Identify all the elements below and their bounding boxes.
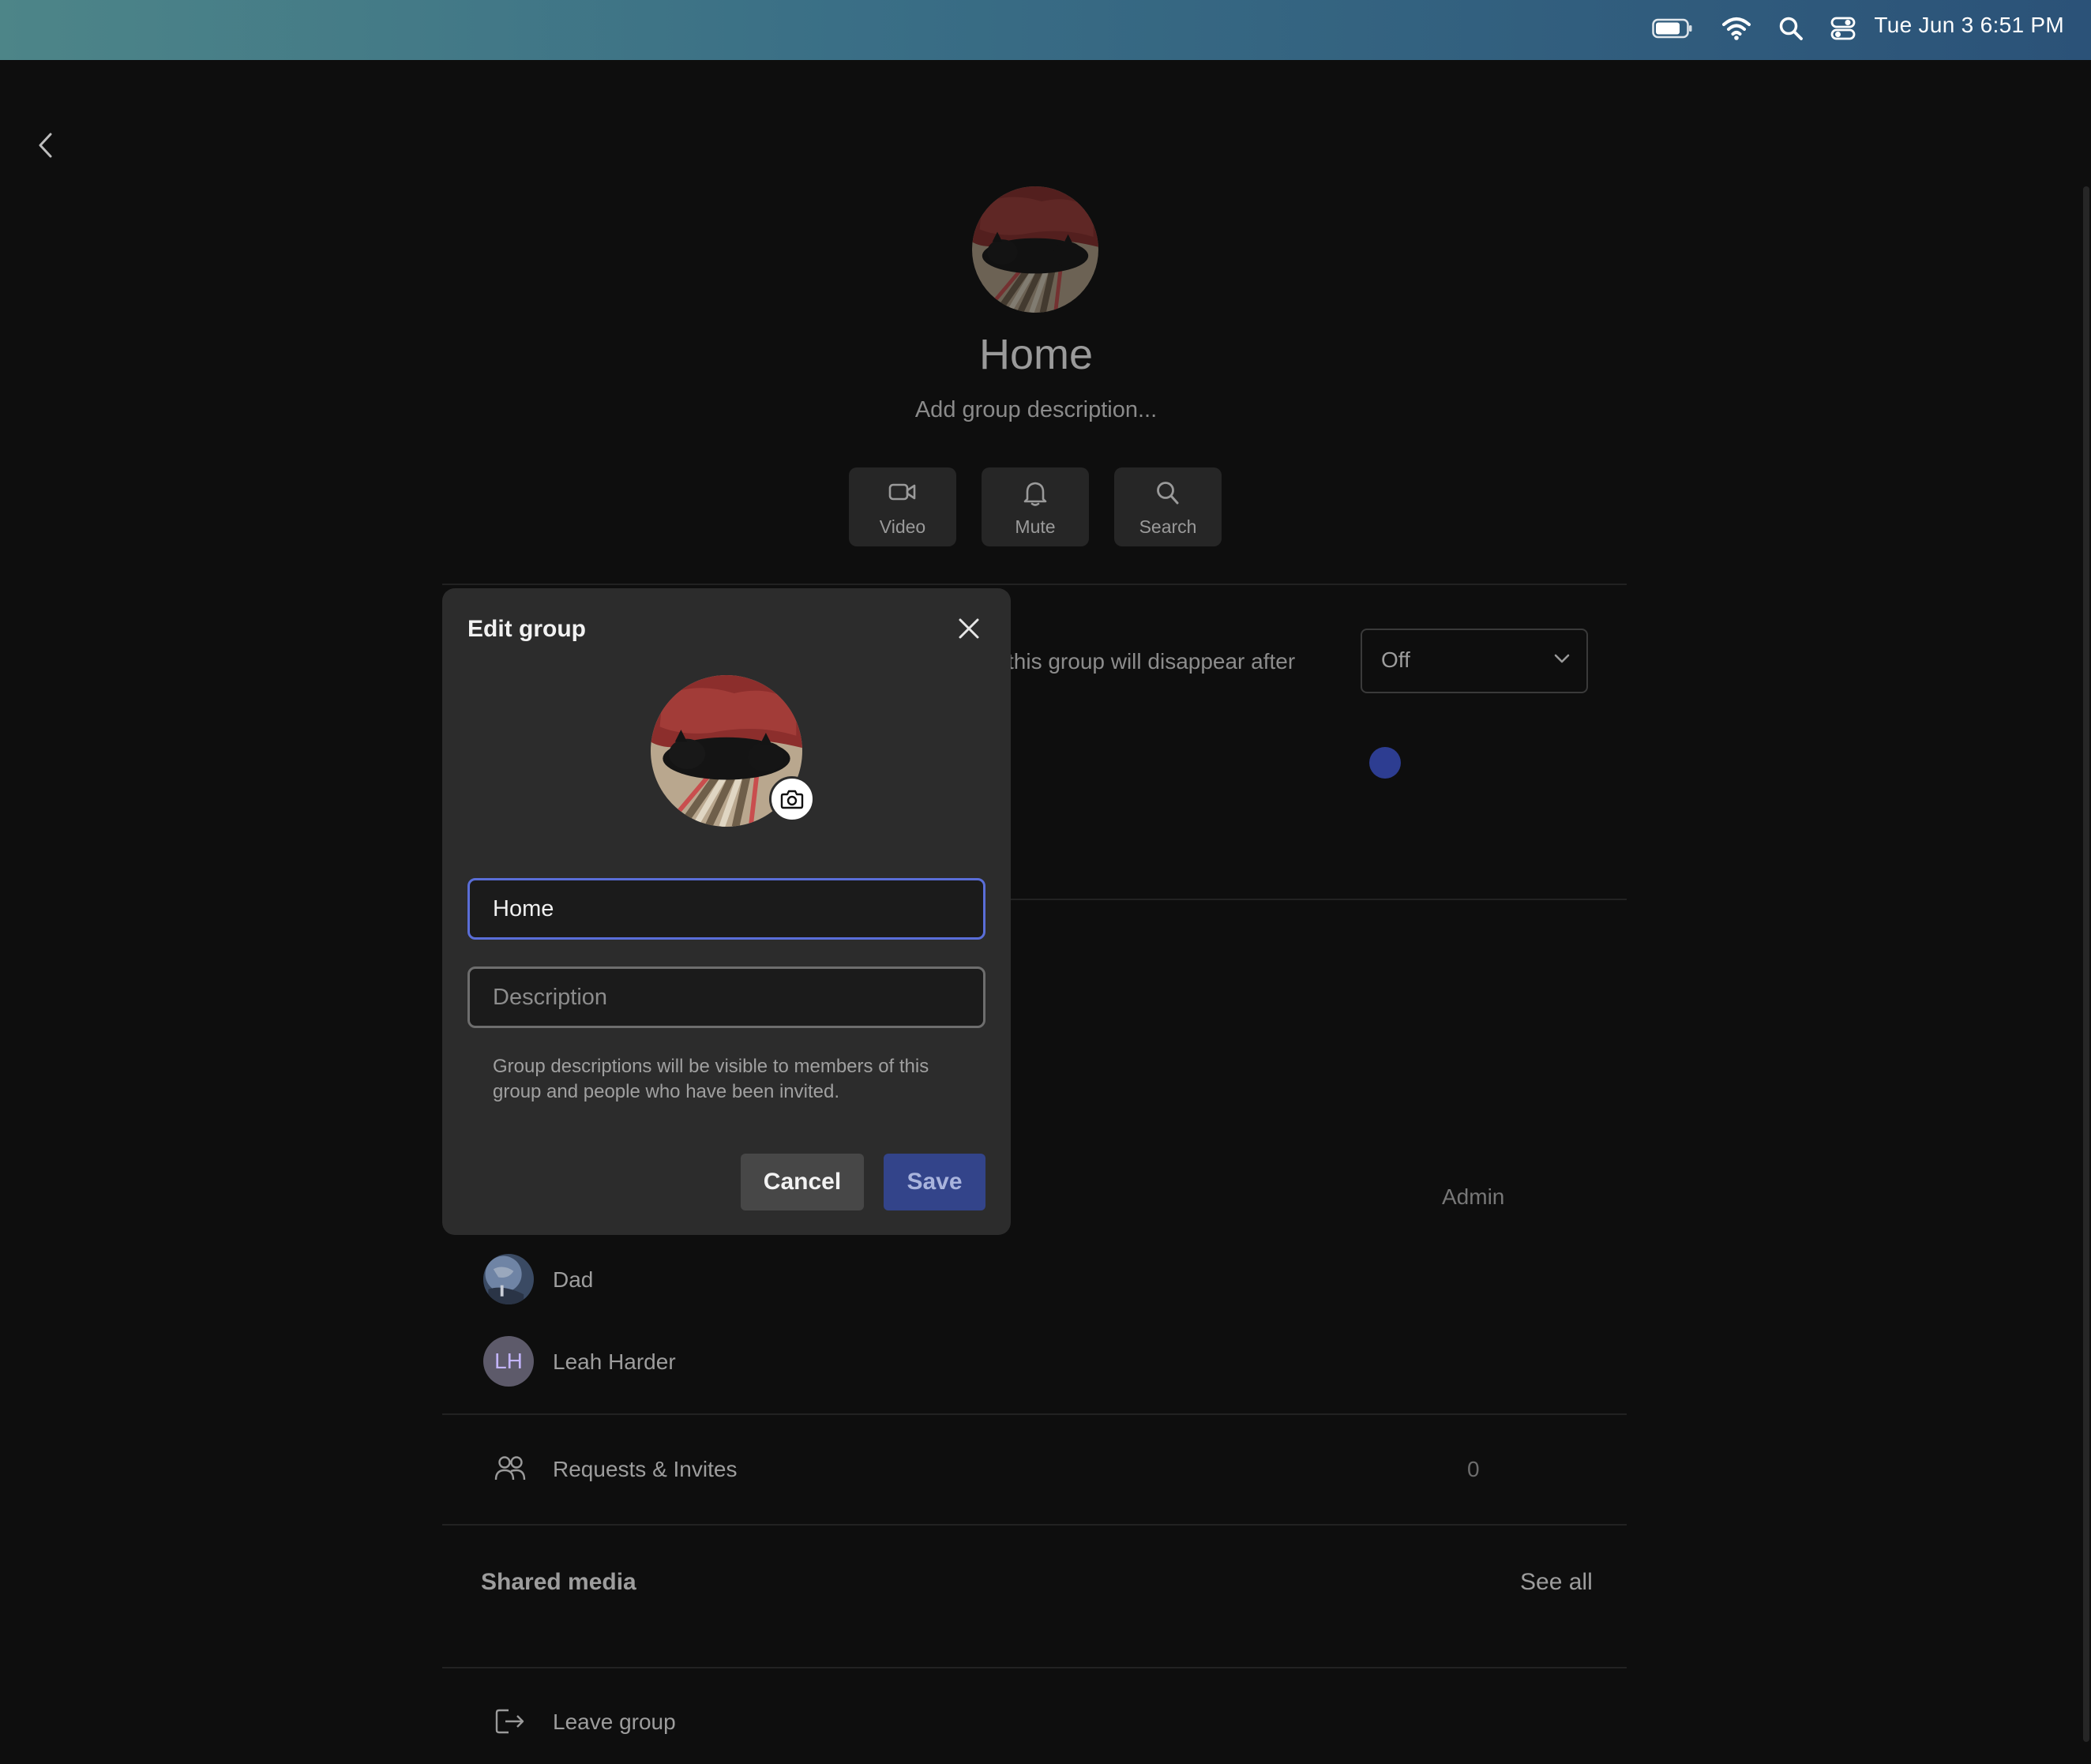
leave-icon	[494, 1707, 526, 1736]
description-helper-text: Group descriptions will be visible to me…	[493, 1056, 929, 1102]
group-avatar[interactable]	[972, 186, 1098, 313]
divider	[442, 1413, 1627, 1415]
divider	[442, 1667, 1627, 1668]
requests-count: 0	[1467, 1457, 1480, 1481]
cancel-button[interactable]: Cancel	[741, 1154, 864, 1210]
video-button-label: Video	[879, 516, 926, 537]
battery-icon[interactable]	[1652, 17, 1693, 41]
change-photo-button[interactable]	[769, 776, 815, 822]
search-icon	[1155, 480, 1181, 507]
bell-icon	[1023, 480, 1048, 507]
member-avatar-leah-harder[interactable]: LH	[483, 1336, 534, 1387]
save-button[interactable]: Save	[884, 1154, 985, 1210]
requests-invites-link[interactable]: Requests & Invites	[553, 1457, 737, 1482]
shared-media-heading: Shared media	[481, 1569, 636, 1595]
video-button[interactable]: Video	[849, 467, 956, 546]
timer-select-value: Off	[1381, 647, 1410, 672]
leave-group-button[interactable]: Leave group	[553, 1710, 676, 1735]
chevron-left-icon[interactable]	[36, 131, 55, 160]
mute-button[interactable]: Mute	[982, 467, 1089, 546]
spotlight-search-icon[interactable]	[1778, 16, 1804, 41]
group-name-input[interactable]	[470, 880, 983, 937]
description-input[interactable]	[470, 969, 983, 1026]
disappearing-messages-description: this group will disappear after	[1008, 649, 1296, 674]
dialog-title: Edit group	[467, 616, 586, 642]
divider	[442, 584, 1627, 585]
search-button[interactable]: Search	[1114, 467, 1222, 546]
mute-button-label: Mute	[1015, 516, 1056, 537]
scrollbar-thumb[interactable]	[2083, 186, 2089, 1742]
app-window	[0, 60, 2091, 1764]
see-all-button[interactable]: See all	[1520, 1569, 1593, 1596]
member-name[interactable]: Dad	[553, 1267, 593, 1293]
member-name[interactable]: Leah Harder	[553, 1349, 676, 1375]
add-description-link[interactable]: Add group description...	[809, 397, 1263, 423]
wifi-icon[interactable]	[1721, 16, 1751, 41]
divider	[442, 1524, 1627, 1526]
close-icon[interactable]	[956, 616, 982, 641]
control-center-icon[interactable]	[1830, 16, 1856, 41]
radio-indicator[interactable]	[1369, 747, 1401, 779]
group-title: Home	[978, 331, 1094, 378]
edit-group-dialog: Edit group Group descriptions will be vi…	[442, 588, 1011, 1235]
group-name-field[interactable]	[467, 878, 985, 940]
description-field[interactable]	[467, 966, 985, 1028]
video-camera-icon	[888, 480, 917, 504]
menu-bar-clock[interactable]: Tue Jun 3 6:51 PM	[1874, 13, 2064, 38]
search-button-label: Search	[1139, 516, 1197, 537]
admin-badge: Admin	[1442, 1184, 1505, 1209]
menu-bar: Tue Jun 3 6:51 PM	[0, 0, 2091, 60]
chevron-down-icon	[1553, 652, 1571, 665]
people-icon	[494, 1454, 526, 1483]
disappearing-timer-select[interactable]: Off	[1361, 629, 1588, 693]
member-avatar-dad[interactable]	[483, 1254, 534, 1304]
